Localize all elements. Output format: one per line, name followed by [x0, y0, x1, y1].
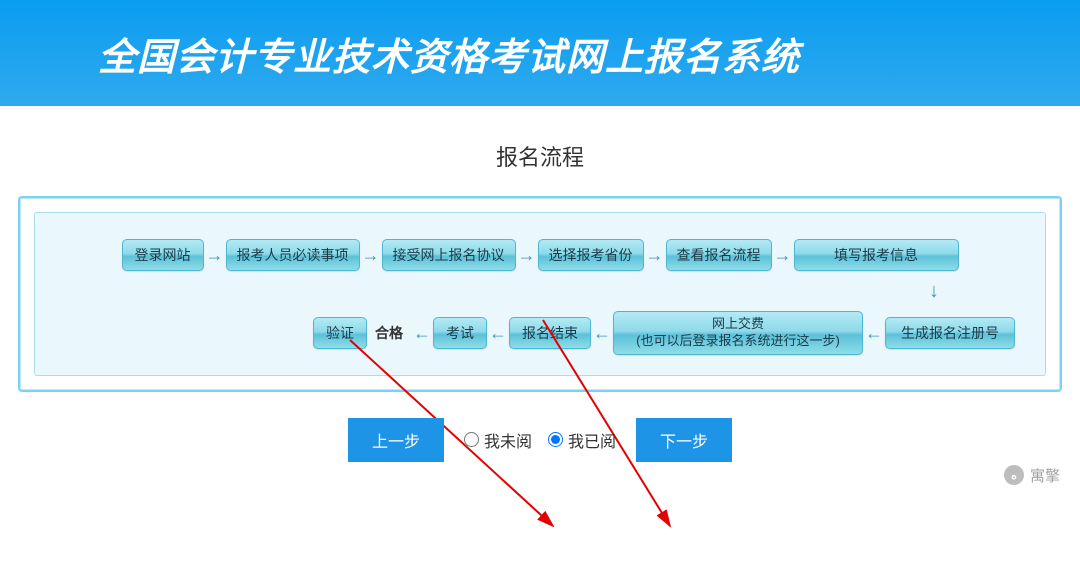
- pass-label: 合格: [367, 323, 411, 343]
- arrow-right-icon: →: [360, 245, 382, 266]
- flow-inner: 登录网站 → 报考人员必读事项 → 接受网上报名协议 → 选择报考省份 → 查看…: [34, 212, 1046, 376]
- flow-row-2: 验证 合格 ← 考试 ← 报名结束 ← 网上交费 (也可以后登录报名系统进行这一…: [55, 311, 1025, 355]
- step-viewflow: 查看报名流程: [666, 239, 772, 271]
- watermark-text: 寓擎: [1030, 465, 1060, 486]
- page-header: 全国会计专业技术资格考试网上报名系统: [0, 0, 1080, 106]
- arrow-right-icon: →: [644, 245, 666, 266]
- step-exam: 考试: [433, 317, 487, 349]
- step-regnum: 生成报名注册号: [885, 317, 1015, 349]
- step-mustread: 报考人员必读事项: [226, 239, 360, 271]
- read-radio-group: 我未阅 我已阅: [464, 428, 616, 452]
- step-fillinfo: 填写报考信息: [794, 239, 959, 271]
- step-login: 登录网站: [122, 239, 204, 271]
- step-pay-line2: (也可以后登录报名系统进行这一步): [624, 333, 852, 350]
- radio-unread-label: 我未阅: [484, 428, 532, 452]
- radio-read-label: 我已阅: [568, 428, 616, 452]
- step-pay: 网上交费 (也可以后登录报名系统进行这一步): [613, 311, 863, 355]
- arrow-left-icon: ←: [863, 323, 885, 344]
- arrow-right-icon: →: [204, 245, 226, 266]
- arrow-left-icon: ←: [411, 323, 433, 344]
- arrow-left-icon: ←: [487, 323, 509, 344]
- radio-unread-item[interactable]: 我未阅: [464, 428, 532, 452]
- radio-read-item[interactable]: 我已阅: [548, 428, 616, 452]
- step-verify: 验证: [313, 317, 367, 349]
- section-title: 报名流程: [0, 140, 1080, 172]
- arrow-down-icon: ↓: [929, 280, 939, 303]
- radio-read[interactable]: [548, 432, 563, 447]
- flow-panel: 登录网站 → 报考人员必读事项 → 接受网上报名协议 → 选择报考省份 → 查看…: [18, 196, 1062, 392]
- watermark: ه 寓擎: [1004, 465, 1060, 486]
- arrow-right-icon: →: [516, 245, 538, 266]
- prev-button[interactable]: 上一步: [348, 418, 444, 462]
- step-agreement: 接受网上报名协议: [382, 239, 516, 271]
- step-province: 选择报考省份: [538, 239, 644, 271]
- flow-row-1: 登录网站 → 报考人员必读事项 → 接受网上报名协议 → 选择报考省份 → 查看…: [55, 239, 1025, 271]
- subtitle-area: 报名流程: [0, 106, 1080, 196]
- arrow-down-wrap: ↓: [55, 279, 1025, 303]
- step-end: 报名结束: [509, 317, 591, 349]
- action-bar: 上一步 我未阅 我已阅 下一步: [0, 392, 1080, 502]
- page-title: 全国会计专业技术资格考试网上报名系统: [98, 26, 800, 81]
- arrow-right-icon: →: [772, 245, 794, 266]
- watermark-icon: ه: [1004, 465, 1024, 485]
- radio-unread[interactable]: [464, 432, 479, 447]
- next-button[interactable]: 下一步: [636, 418, 732, 462]
- step-pay-line1: 网上交费: [624, 316, 852, 333]
- arrow-left-icon: ←: [591, 323, 613, 344]
